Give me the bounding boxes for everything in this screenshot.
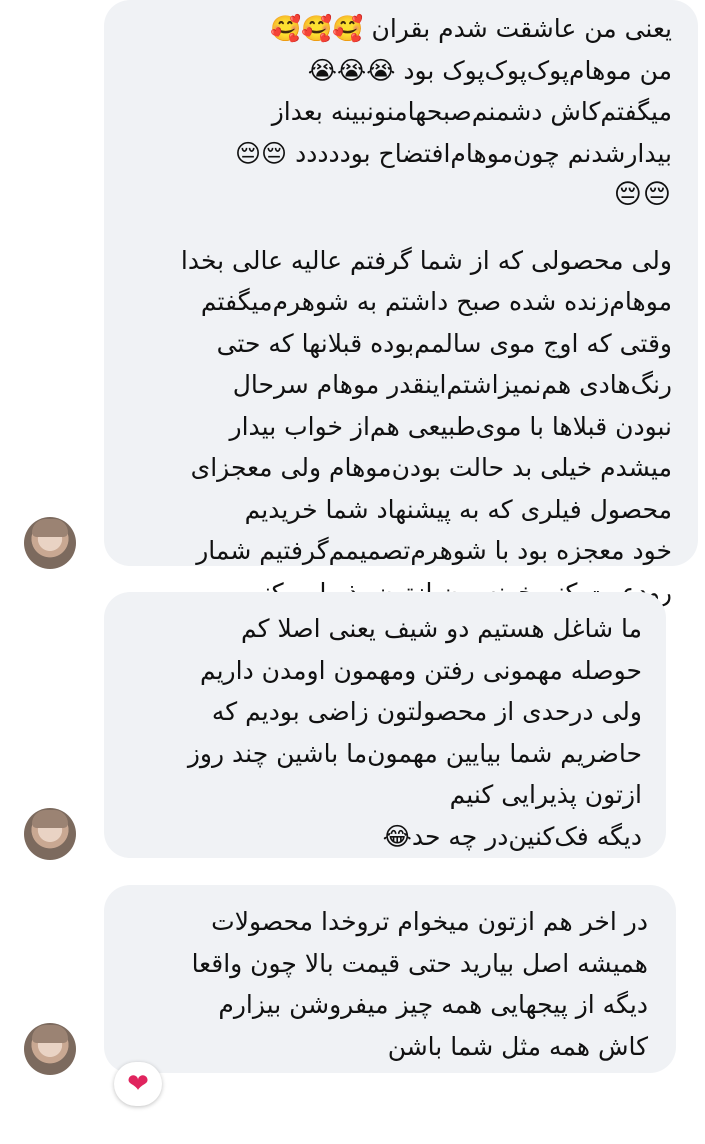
message-line: دیگه فک‌کنین‌در چه حد😂: [382, 821, 642, 851]
message-line: من موهام‌پوک‌پوک‌پوک بود 😭😭😭: [307, 55, 672, 85]
avatar[interactable]: [24, 808, 76, 860]
message-line: حاضریم شما بیایین مهمون‌ما باشین چند روز: [187, 738, 642, 768]
message-line: ولی محصولی که از شما گرفتم عالیه عالی بخ…: [180, 245, 672, 275]
message-line: در اخر هم ازتون میخوام تروخدا محصولات: [211, 907, 648, 936]
message-line: 😔😔: [613, 179, 672, 210]
message-bubble-2[interactable]: ما شاغل هستیم دو شیف یعنی اصلا کم حوصله …: [104, 592, 666, 858]
message-line: موهام‌زنده شده صبح داشتم به شوهرم‌میگفتم: [200, 287, 672, 316]
message-line: خود معجزه بود با شوهرم‌تصمیمم‌گرفتیم شما…: [196, 536, 672, 565]
message-line: ما شاغل هستیم دو شیف یعنی اصلا کم: [240, 614, 642, 643]
avatar[interactable]: [24, 1023, 76, 1075]
message-line: رنگ‌هادی هم‌نمیزاشتم‌اینقدر موهام سرحال: [232, 370, 672, 399]
message-line: حوصله مهمونی رفتن ومهمون اومدن داریم: [199, 655, 642, 685]
message-line: نبودن قبلاها با موی‌طبیعی هم‌از خواب بید…: [229, 411, 672, 441]
message-line: یعنی من عاشقت شدم بقران 🥰🥰🥰: [270, 14, 672, 43]
avatar[interactable]: [24, 517, 76, 569]
message-line: دیگه از پیجهایی همه چیز میفروشن بیزارم: [218, 990, 648, 1019]
message-line: بیدارشدنم چون‌موهام‌افتضاح بوددددد 😔😔: [235, 138, 672, 168]
message-line: کاش همه مثل شما باشن: [387, 1031, 648, 1061]
message-line: همیشه اصل بیارید حتی قیمت بالا چون واقعا: [191, 948, 648, 978]
message-line: میگفتم‌کاش دشمنم‌صبحهامنونبینه بعداز: [271, 97, 672, 126]
heart-icon: ❤: [127, 1069, 149, 1099]
reaction-badge[interactable]: ❤: [114, 1062, 162, 1106]
message-bubble-3[interactable]: در اخر هم ازتون میخوام تروخدا محصولات هم…: [104, 885, 676, 1073]
message-line: وقتی که اوج موی سالمم‌بوده قبلانها که حت…: [216, 328, 672, 358]
message-line: محصول فیلری که به پیشنهاد شما خریدیم: [244, 494, 672, 524]
message-line: ازتون پذیرایی کنیم: [449, 780, 642, 809]
message-bubble-1[interactable]: یعنی من عاشقت شدم بقران 🥰🥰🥰 من موهام‌پوک…: [104, 0, 698, 607]
message-line: میشدم خیلی بد حالت بودن‌موهام ولی معجزای: [190, 453, 672, 482]
message-line: ولی درحدی از محصولتون زاضی بودیم که: [211, 697, 642, 726]
